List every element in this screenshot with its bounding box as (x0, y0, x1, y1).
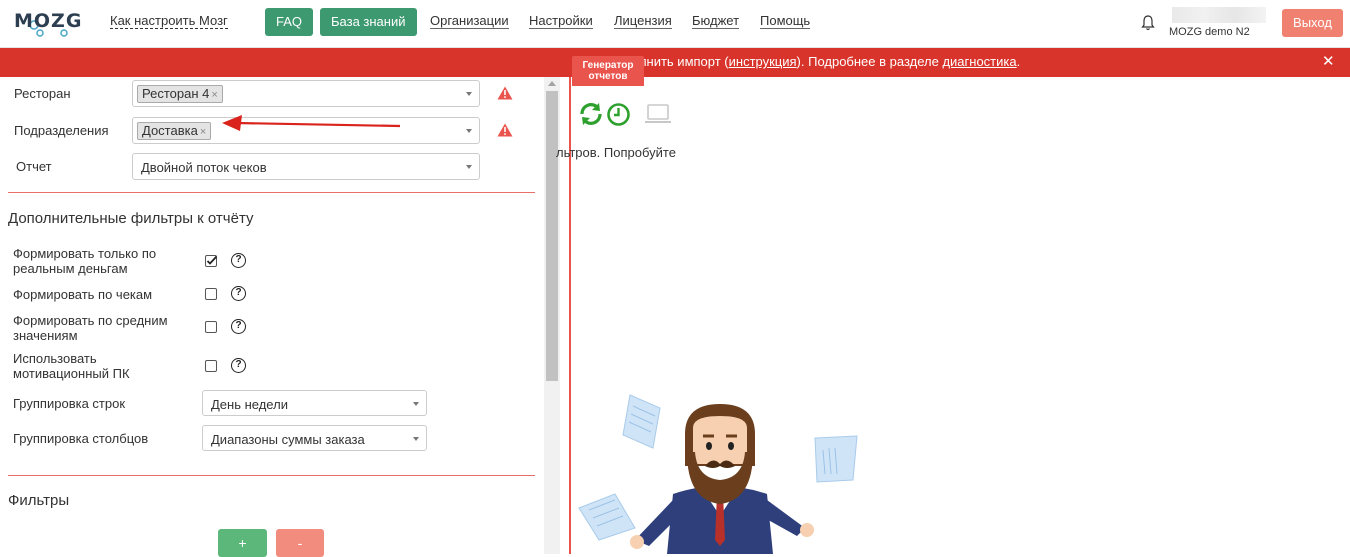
report-generator-tag[interactable]: Генератор отчетов (572, 56, 644, 86)
by-average-checkbox[interactable] (205, 321, 217, 333)
col-grouping-select[interactable]: Диапазоны суммы заказа (202, 425, 427, 451)
chevron-down-icon (466, 129, 472, 133)
col-grouping-value: Диапазоны суммы заказа (211, 432, 365, 447)
paper-icon (578, 493, 636, 541)
notice-text: олнить импорт (инструкция). Подробнее в … (632, 54, 1020, 69)
empty-state-hint: льтров. Попробуйте (556, 145, 676, 160)
user-avatar-blurred (1172, 7, 1266, 23)
row-grouping-value: День недели (211, 397, 288, 412)
chevron-down-icon (413, 402, 419, 406)
help-icon[interactable]: ? (231, 319, 246, 334)
nav-organizations[interactable]: Организации (430, 14, 509, 29)
paper-icon (814, 435, 858, 483)
by-checks-checkbox[interactable] (205, 288, 217, 300)
scroll-up-icon[interactable] (548, 81, 556, 86)
option-by-average-label: Формировать по средним значениям (13, 313, 168, 343)
option-real-money-label: Формировать только по реальным деньгам (13, 246, 156, 276)
notice-text-part: олнить импорт ( (632, 54, 729, 69)
generator-tag-line: Генератор (582, 60, 634, 71)
extra-filters-title: Дополнительные фильтры к отчёту (8, 210, 254, 227)
option-label-line: реальным деньгам (13, 261, 128, 276)
chevron-down-icon (413, 437, 419, 441)
nav-settings[interactable]: Настройки (529, 14, 593, 29)
filters-title: Фильтры (8, 492, 70, 509)
option-label-line: значениям (13, 328, 78, 343)
report-select-value: Двойной поток чеков (141, 160, 267, 175)
section-divider (8, 192, 535, 193)
generator-tag-line: отчетов (588, 71, 628, 82)
option-label-line: Формировать по средним (13, 313, 168, 328)
row-grouping-select[interactable]: День недели (202, 390, 427, 416)
option-label-line: мотивационный ПК (13, 366, 130, 381)
laptop-icon[interactable] (644, 103, 672, 125)
refresh-icon[interactable] (578, 102, 604, 126)
nav-license[interactable]: Лицензия (614, 14, 672, 29)
notice-text-part: . (1016, 54, 1021, 69)
section-divider (8, 475, 535, 476)
option-label-line: Формировать только по (13, 246, 157, 261)
logout-button[interactable]: Выход (1282, 9, 1343, 37)
diagnostics-link[interactable]: диагностика (942, 54, 1016, 69)
nav-budget[interactable]: Бюджет (692, 14, 740, 29)
motivation-checkbox[interactable] (205, 360, 217, 372)
annotation-arrow-icon (222, 115, 401, 131)
add-filter-button[interactable]: + (218, 529, 267, 557)
nav-help[interactable]: Помощь (760, 14, 811, 29)
help-icon[interactable]: ? (231, 253, 246, 268)
report-select[interactable]: Двойной поток чеков (132, 153, 480, 180)
notice-text-part: ). Подробнее в разделе (796, 54, 943, 69)
confused-man-illustration (578, 394, 858, 554)
report-label: Отчет (16, 159, 52, 174)
help-icon[interactable]: ? (231, 358, 246, 373)
username[interactable]: MOZG demo N2 (1169, 26, 1250, 38)
instruction-link[interactable]: инструкция (729, 54, 797, 69)
row-grouping-label: Группировка строк (13, 396, 126, 411)
col-grouping-label: Группировка столбцов (13, 431, 149, 446)
remove-filter-button[interactable]: - (276, 529, 324, 557)
paper-icon (622, 394, 661, 449)
chevron-down-icon (466, 92, 472, 96)
option-label-line: Использовать (13, 351, 97, 366)
help-icon[interactable]: ? (231, 286, 246, 301)
chevron-down-icon (466, 165, 472, 169)
warning-icon (497, 123, 513, 137)
bell-icon[interactable] (1140, 14, 1156, 32)
warning-icon (497, 86, 513, 100)
option-motivation-label: Использовать мотивационный ПК (13, 351, 130, 381)
clock-icon[interactable] (606, 102, 631, 127)
scrollbar-thumb[interactable] (546, 91, 558, 381)
close-icon[interactable]: ✕ (1322, 52, 1335, 70)
option-by-checks-label: Формировать по чекам (13, 287, 153, 302)
real-money-checkbox[interactable] (205, 255, 218, 267)
